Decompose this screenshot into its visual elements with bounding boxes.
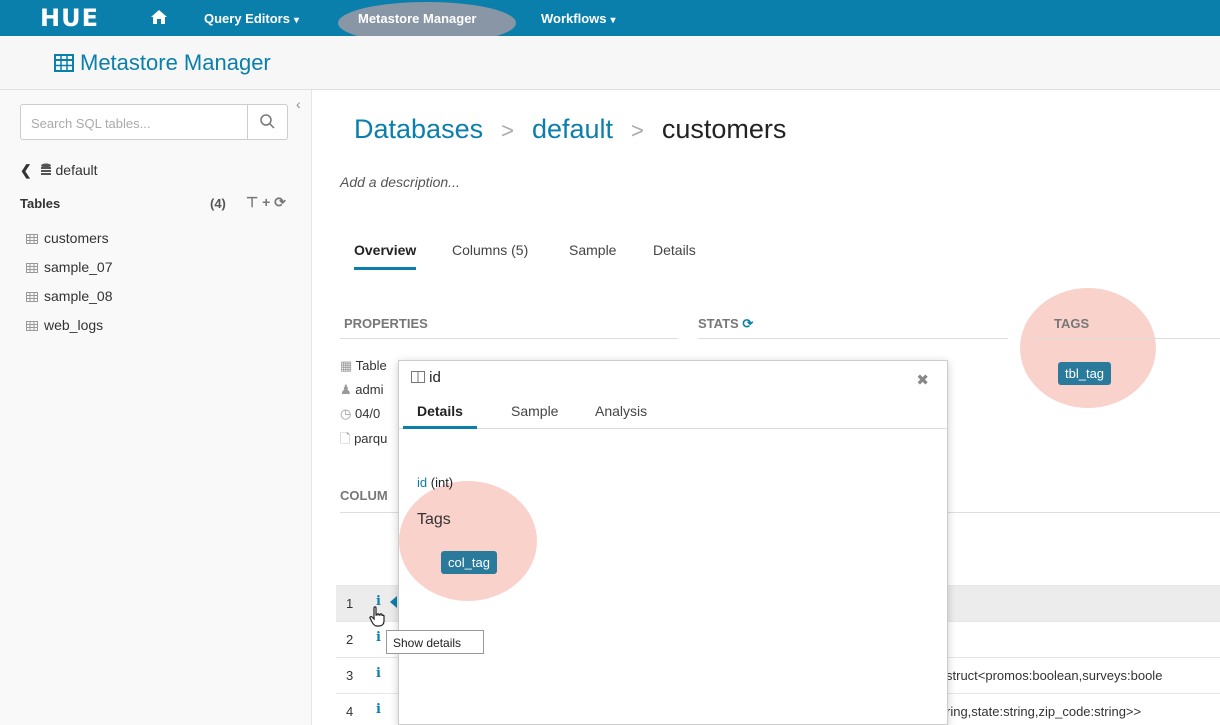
- tables-header: Tables (4) ⊤ + ⟳: [20, 194, 292, 211]
- column-name[interactable]: id: [417, 475, 427, 490]
- filter-icon[interactable]: ⊤: [246, 194, 258, 210]
- nav-query-editors[interactable]: Query Editors ▾: [204, 11, 299, 26]
- column-signature: id (int): [417, 475, 453, 490]
- page-header: Metastore Manager: [0, 36, 1220, 90]
- info-icon[interactable]: i: [376, 702, 381, 717]
- top-navbar: HUE Query Editors ▾ Metastore Manager Wor…: [0, 0, 1220, 44]
- tab-details[interactable]: Details: [653, 242, 696, 258]
- show-details-tooltip: Show details: [386, 630, 484, 654]
- page-title: Metastore Manager: [80, 50, 271, 75]
- search-icon: [260, 114, 275, 129]
- hue-logo[interactable]: HUE: [40, 4, 99, 32]
- refresh-icon[interactable]: ⟳: [742, 316, 753, 331]
- property-owner: ♟ admi: [340, 382, 384, 397]
- breadcrumb: Databases > default > customers: [354, 114, 786, 145]
- sidebar-table-item[interactable]: customers: [26, 230, 109, 247]
- divider: [340, 338, 678, 339]
- column-details-popover: id ✖ Details Sample Analysis id (int) Ta…: [398, 360, 948, 725]
- tags-heading: TAGS: [1054, 316, 1090, 331]
- clock-icon: ◷: [340, 406, 355, 421]
- info-icon[interactable]: i: [376, 666, 381, 681]
- chevron-down-icon: ▾: [293, 15, 299, 26]
- popover-title: id: [411, 369, 441, 386]
- popover-tab-details[interactable]: Details: [403, 403, 477, 429]
- column-tag-badge[interactable]: col_tag: [441, 551, 497, 574]
- breadcrumb-database[interactable]: default: [532, 114, 613, 144]
- popover-tab-bar: Details Sample Analysis: [399, 401, 947, 429]
- popover-tab-sample[interactable]: Sample: [511, 403, 558, 419]
- popover-pointer: [390, 596, 397, 608]
- user-icon: ♟: [340, 382, 356, 397]
- collapse-sidebar-icon[interactable]: ‹: [296, 96, 301, 112]
- column-type: (int): [430, 475, 454, 490]
- tables-count: (4): [210, 196, 226, 211]
- nav-workflows[interactable]: Workflows ▾: [541, 11, 616, 26]
- chevron-left-icon: ❮: [20, 162, 32, 178]
- columns-heading: COLUM: [340, 488, 388, 503]
- close-icon[interactable]: ✖: [916, 371, 929, 389]
- tags-highlight: [1020, 288, 1156, 408]
- table-icon: [26, 260, 38, 276]
- database-name: default: [55, 162, 98, 178]
- table-icon: [54, 54, 74, 77]
- tab-columns[interactable]: Columns (5): [452, 242, 528, 258]
- tab-sample[interactable]: Sample: [569, 242, 616, 258]
- sidebar-table-item[interactable]: web_logs: [26, 317, 103, 334]
- table-tag-badge[interactable]: tbl_tag: [1058, 362, 1112, 385]
- database-icon: [40, 162, 56, 178]
- column-icon: [411, 369, 425, 386]
- home-icon[interactable]: [150, 9, 168, 30]
- stats-heading: STATS ⟳: [698, 316, 754, 331]
- search-button[interactable]: [247, 105, 287, 139]
- table-icon: [26, 231, 38, 247]
- table-icon: [26, 318, 38, 334]
- refresh-icon[interactable]: ⟳: [274, 194, 286, 210]
- nav-metastore-manager[interactable]: Metastore Manager: [358, 11, 476, 26]
- property-format: 🗋 parqu: [340, 431, 388, 446]
- breadcrumb-separator: >: [501, 118, 514, 143]
- chevron-down-icon: ▾: [610, 15, 616, 26]
- sidebar: Search SQL tables... ‹ ❮ default Tables …: [0, 90, 312, 725]
- property-table-type: ▦ Table: [340, 358, 387, 373]
- divider: [1030, 338, 1220, 339]
- popover-tab-analysis[interactable]: Analysis: [595, 403, 647, 419]
- breadcrumb-databases[interactable]: Databases: [354, 114, 483, 144]
- breadcrumb-separator: >: [631, 118, 644, 143]
- hand-cursor-icon: [368, 606, 386, 633]
- file-icon: 🗋: [340, 431, 355, 446]
- properties-heading: PROPERTIES: [344, 316, 428, 331]
- add-icon[interactable]: +: [262, 194, 270, 210]
- sidebar-table-item[interactable]: sample_07: [26, 259, 113, 276]
- search-placeholder: Search SQL tables...: [31, 116, 151, 131]
- tags-label: Tags: [417, 511, 451, 528]
- tab-overview[interactable]: Overview: [354, 242, 417, 270]
- breadcrumb-table: customers: [661, 114, 787, 144]
- divider: [698, 338, 1008, 339]
- database-back-link[interactable]: ❮ default: [20, 162, 98, 179]
- property-created: ◷ 04/0: [340, 406, 381, 421]
- column-tag-highlight: [399, 481, 537, 601]
- search-input[interactable]: Search SQL tables...: [20, 104, 288, 140]
- add-description-field[interactable]: Add a description...: [340, 174, 460, 190]
- tables-label: Tables: [20, 196, 61, 211]
- table-icon: ▦: [340, 358, 356, 373]
- table-icon: [26, 289, 38, 305]
- sidebar-table-item[interactable]: sample_08: [26, 288, 113, 305]
